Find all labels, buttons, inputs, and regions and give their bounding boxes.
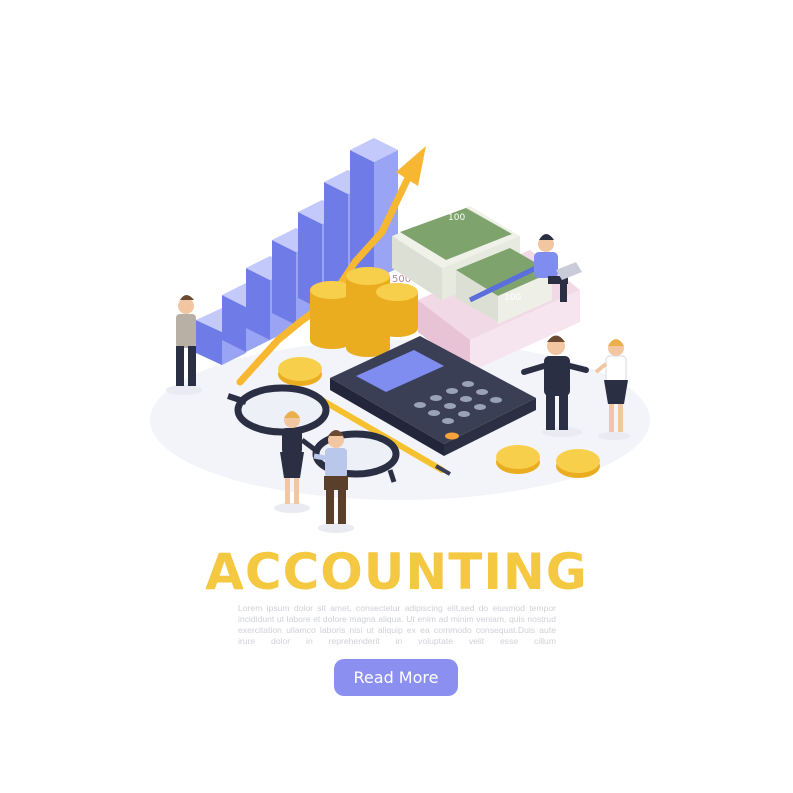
page-title: ACCOUNTING [205,543,588,601]
description-text: Lorem ipsum dolor sit amet, consectetur … [238,603,556,646]
read-more-button[interactable]: Read More [334,659,458,696]
banknote-value-100-b: 100 [504,293,521,303]
accounting-illustration: 500 100 100 [150,138,650,533]
banknote-value-100: 100 [448,213,465,223]
coin-icon-3 [556,449,600,478]
coin-icon-2 [496,445,540,474]
coin-icon-1 [278,357,322,386]
